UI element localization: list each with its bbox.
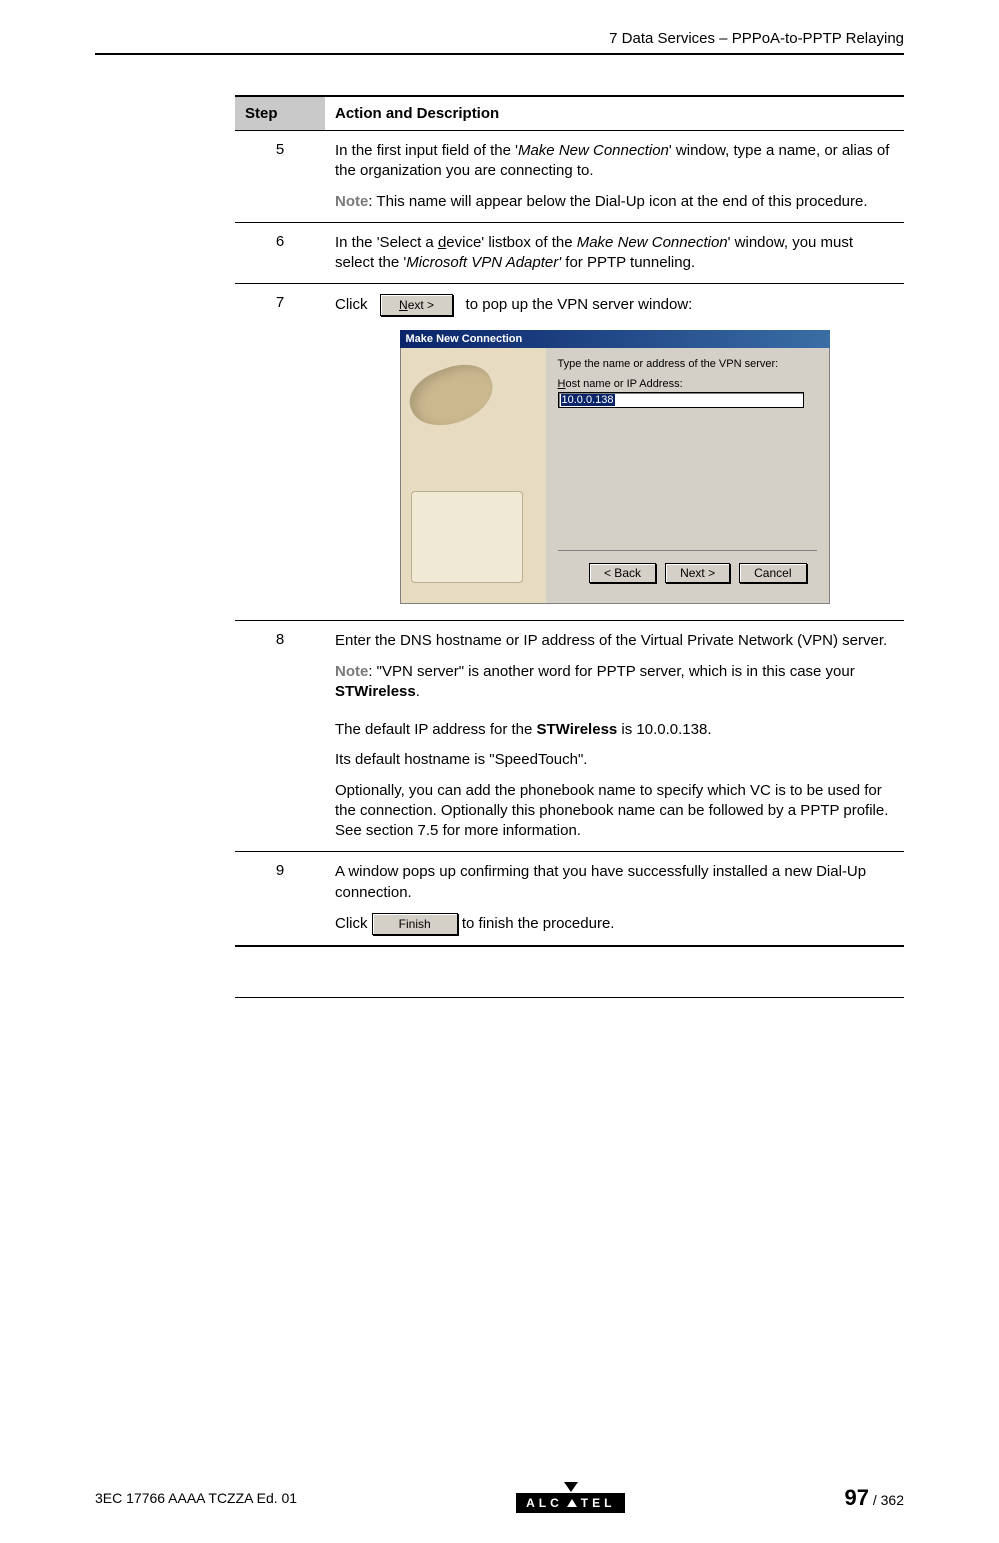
host-input[interactable]: 10.0.0.138 (558, 392, 804, 408)
alcatel-logo: ALCTEL (516, 1482, 625, 1513)
cancel-button[interactable]: Cancel (739, 563, 806, 583)
step-number: 5 (235, 131, 325, 223)
next-button[interactable]: Next > (380, 294, 453, 316)
table-row: 5 In the first input field of the 'Make … (235, 131, 904, 223)
step-number: 9 (235, 852, 325, 946)
step-action: Click Next > to pop up the VPN server wi… (325, 284, 904, 621)
procedure-table: Step Action and Description 5 In the fir… (235, 95, 904, 947)
page-number: 97 / 362 (844, 1485, 904, 1511)
finish-button[interactable]: Finish (372, 913, 458, 935)
step-number: 8 (235, 621, 325, 852)
next-button[interactable]: Next > (665, 563, 730, 583)
back-button[interactable]: < Back (589, 563, 656, 583)
step-number: 6 (235, 222, 325, 284)
step-action: A window pops up confirming that you hav… (325, 852, 904, 946)
wizard-title: Make New Connection (400, 330, 830, 348)
section-rule (235, 997, 904, 998)
wizard-prompt: Type the name or address of the VPN serv… (558, 358, 817, 370)
step-action: In the first input field of the 'Make Ne… (325, 131, 904, 223)
triangle-icon (567, 1499, 577, 1507)
table-row: 8 Enter the DNS hostname or IP address o… (235, 621, 904, 852)
wizard-image (401, 348, 546, 603)
table-row: 6 In the 'Select a device' listbox of th… (235, 222, 904, 284)
table-row: 7 Click Next > to pop up the VPN server … (235, 284, 904, 621)
step-action: Enter the DNS hostname or IP address of … (325, 621, 904, 852)
table-row: 9 A window pops up confirming that you h… (235, 852, 904, 946)
wizard-window: Make New Connection Type the name or add… (400, 330, 830, 604)
step-action: In the 'Select a device' listbox of the … (325, 222, 904, 284)
col-step: Step (235, 96, 325, 131)
host-label: Host name or IP Address: (558, 378, 817, 390)
col-action: Action and Description (325, 96, 904, 131)
chapter-header: 7 Data Services – PPPoA-to-PPTP Relaying (95, 30, 904, 47)
doc-id: 3EC 17766 AAAA TCZZA Ed. 01 (95, 1490, 297, 1506)
header-rule (95, 53, 904, 55)
step-number: 7 (235, 284, 325, 621)
page-footer: 3EC 17766 AAAA TCZZA Ed. 01 ALCTEL 97 / … (0, 1482, 999, 1513)
